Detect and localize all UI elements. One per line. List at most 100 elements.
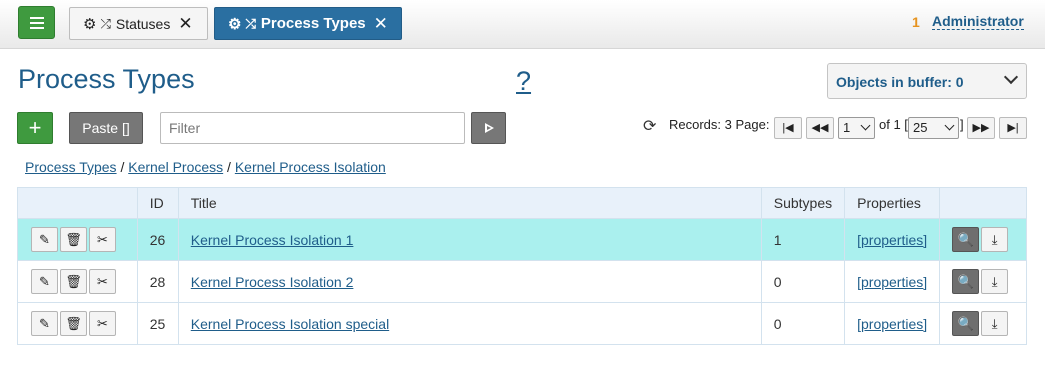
download-button[interactable]: ⤓ xyxy=(981,311,1009,336)
download-button[interactable]: ⤓ xyxy=(981,269,1009,294)
menu-button[interactable] xyxy=(18,6,55,39)
user-menu-link[interactable]: Administrator xyxy=(932,13,1024,30)
prev-page-button[interactable]: ◀◀ xyxy=(806,117,834,139)
cell-properties: [properties] xyxy=(844,218,941,261)
cell-title: Kernel Process Isolation 1 xyxy=(177,218,762,261)
cell-subtypes: 1 xyxy=(760,218,846,261)
row-actions: ✎ 🗑 ✂ xyxy=(17,302,138,345)
table-header-row: ID Title Subtypes Properties xyxy=(17,187,1027,219)
notification-count[interactable]: 1 xyxy=(912,14,920,30)
close-icon[interactable]: ✕ xyxy=(374,14,388,34)
search-icon: 🔍 xyxy=(957,316,974,331)
column-header-id[interactable]: ID xyxy=(136,187,179,219)
add-button[interactable]: + xyxy=(17,112,53,144)
trash-icon: 🗑 xyxy=(65,232,82,247)
first-page-button[interactable]: |◀ xyxy=(774,117,802,139)
next-page-button[interactable]: ▶▶ xyxy=(967,117,995,139)
breadcrumb: Process Types / Kernel Process / Kernel … xyxy=(25,159,386,175)
tab-statuses[interactable]: ⚙ ⤮ Statuses ✕ xyxy=(69,7,208,40)
table-row[interactable]: ✎ 🗑 ✂ 26 Kernel Process Isolation 1 1 [pro… xyxy=(17,218,1027,261)
page-select[interactable]: 1 xyxy=(838,117,875,139)
scissors-icon: ✂ xyxy=(97,316,108,331)
view-button[interactable]: 🔍 xyxy=(952,311,980,336)
download-button[interactable]: ⤓ xyxy=(981,227,1009,252)
search-icon: 🔍 xyxy=(957,274,974,289)
cell-subtypes: 0 xyxy=(760,260,846,303)
tab-process-types[interactable]: ⚙ ⤮ Process Types ✕ xyxy=(214,7,402,40)
properties-link[interactable]: [properties] xyxy=(857,274,927,290)
buffer-dropdown[interactable]: Objects in buffer: 0 xyxy=(827,63,1027,99)
buffer-label: Objects in buffer: 0 xyxy=(836,74,964,90)
pencil-icon: ✎ xyxy=(39,232,50,247)
title-link[interactable]: Kernel Process Isolation special xyxy=(191,316,389,332)
edit-button[interactable]: ✎ xyxy=(31,269,58,294)
page-size-select[interactable]: 25 xyxy=(908,117,959,139)
breadcrumb-link[interactable]: Process Types xyxy=(25,159,117,175)
shuffle-icon: ⤮ xyxy=(245,15,256,31)
close-icon[interactable]: ✕ xyxy=(178,14,192,34)
first-page-icon: |◀ xyxy=(782,122,794,134)
delete-button[interactable]: 🗑 xyxy=(60,269,87,294)
column-header-side xyxy=(939,187,1027,219)
paste-button[interactable]: Paste [] xyxy=(69,112,143,144)
row-actions: ✎ 🗑 ✂ xyxy=(17,260,138,303)
row-side-actions: 🔍 ⤓ xyxy=(939,260,1027,303)
delete-button[interactable]: 🗑 xyxy=(60,227,87,252)
help-link[interactable]: ? xyxy=(516,66,531,97)
column-header-actions xyxy=(17,187,138,219)
chevron-down-icon xyxy=(860,120,871,131)
shuffle-icon: ⤮ xyxy=(100,15,111,31)
page-size-value: 25 xyxy=(913,120,928,135)
column-header-subtypes[interactable]: Subtypes xyxy=(760,187,846,219)
gear-icon: ⚙ xyxy=(228,15,242,33)
of-pages-label: of 1 [ xyxy=(879,117,908,132)
prev-page-icon: ◀◀ xyxy=(811,122,829,134)
cell-title: Kernel Process Isolation special xyxy=(177,302,762,345)
scissors-icon: ✂ xyxy=(97,232,108,247)
column-header-properties[interactable]: Properties xyxy=(844,187,941,219)
cell-id: 28 xyxy=(136,260,179,303)
view-button[interactable]: 🔍 xyxy=(952,227,980,252)
cell-id: 25 xyxy=(136,302,179,345)
table-row[interactable]: ✎ 🗑 ✂ 25 Kernel Process Isolation special … xyxy=(17,302,1027,345)
view-button[interactable]: 🔍 xyxy=(952,269,980,294)
cell-title: Kernel Process Isolation 2 xyxy=(177,260,762,303)
delete-button[interactable]: 🗑 xyxy=(60,311,87,336)
breadcrumb-link[interactable]: Kernel Process xyxy=(128,159,223,175)
cell-id: 26 xyxy=(136,218,179,261)
cut-button[interactable]: ✂ xyxy=(89,227,116,252)
cut-button[interactable]: ✂ xyxy=(89,269,116,294)
row-side-actions: 🔍 ⤓ xyxy=(939,302,1027,345)
properties-link[interactable]: [properties] xyxy=(857,316,927,332)
cell-properties: [properties] xyxy=(844,302,941,345)
records-label: Records: 3 Page: xyxy=(669,117,770,132)
edit-button[interactable]: ✎ xyxy=(31,227,58,252)
title-link[interactable]: Kernel Process Isolation 1 xyxy=(191,232,354,248)
pencil-icon: ✎ xyxy=(39,274,50,289)
edit-button[interactable]: ✎ xyxy=(31,311,58,336)
apply-filter-button[interactable] xyxy=(471,112,506,144)
scissors-icon: ✂ xyxy=(97,274,108,289)
refresh-icon[interactable]: ⟳ xyxy=(643,116,656,136)
filter-input[interactable] xyxy=(160,112,465,144)
last-page-button[interactable]: ▶| xyxy=(999,117,1027,139)
tab-label: Statuses xyxy=(115,15,171,32)
properties-link[interactable]: [properties] xyxy=(857,232,927,248)
trash-icon: 🗑 xyxy=(65,274,82,289)
breadcrumb-link[interactable]: Kernel Process Isolation xyxy=(235,159,386,175)
row-actions: ✎ 🗑 ✂ xyxy=(17,218,138,261)
tab-label: Process Types xyxy=(260,15,366,32)
download-icon: ⤓ xyxy=(991,274,998,289)
hamburger-icon xyxy=(30,17,44,19)
column-header-title[interactable]: Title xyxy=(177,187,762,219)
trash-icon: 🗑 xyxy=(65,316,82,331)
table-row[interactable]: ✎ 🗑 ✂ 28 Kernel Process Isolation 2 0 [pro… xyxy=(17,260,1027,303)
title-link[interactable]: Kernel Process Isolation 2 xyxy=(191,274,354,290)
close-bracket: ] xyxy=(960,117,964,132)
page-value: 1 xyxy=(843,120,851,135)
download-icon: ⤓ xyxy=(991,316,998,331)
chevron-down-icon xyxy=(1003,69,1019,85)
pencil-icon: ✎ xyxy=(39,316,50,331)
cut-button[interactable]: ✂ xyxy=(89,311,116,336)
download-icon: ⤓ xyxy=(991,232,998,247)
